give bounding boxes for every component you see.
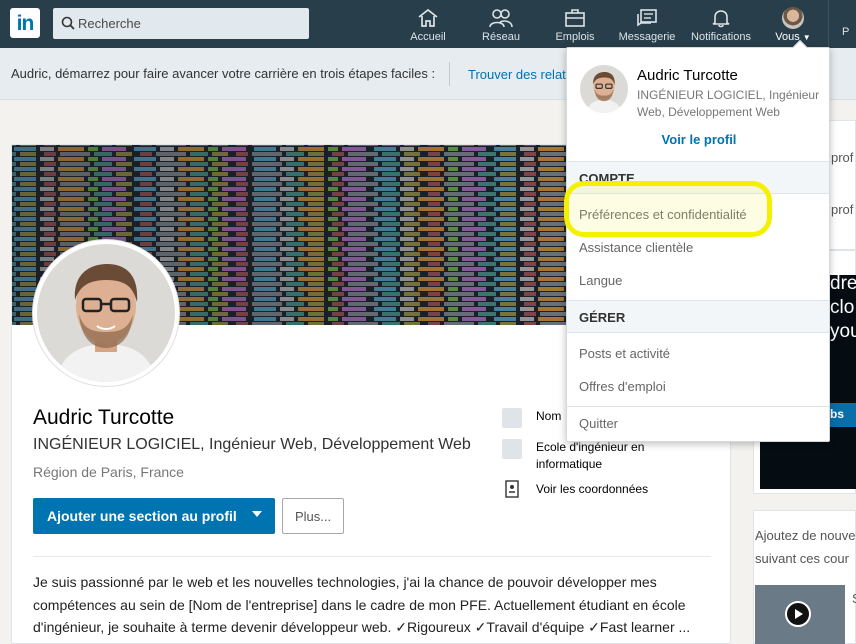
nav-divider [828, 0, 829, 48]
profile-photo[interactable] [33, 240, 179, 386]
top-nav: in Accueil Réseau Emplois Messagerie Not… [0, 0, 856, 48]
linkedin-logo[interactable]: in [10, 8, 40, 38]
course-thumbnail[interactable] [755, 585, 845, 644]
nav-jobs[interactable]: Emplois [552, 0, 598, 48]
chevron-down-icon: ▼ [802, 33, 811, 42]
banner-text: Audric, démarrez pour faire avancer votr… [11, 66, 436, 81]
menu-item-preferences[interactable]: Préférences et confidentialité [579, 207, 747, 222]
network-icon [489, 9, 513, 28]
nav-jobs-label: Emplois [555, 31, 595, 43]
profile-name: Audric Turcotte [33, 406, 175, 429]
search-icon [61, 16, 75, 30]
courses-text-2: suivant ces cour [755, 551, 849, 566]
menu-item-jobs[interactable]: Offres d'emploi [579, 379, 666, 394]
right-text-2: prof [831, 202, 854, 217]
search-bar[interactable] [53, 8, 309, 39]
profile-summary: Je suis passionné par le web et les nouv… [33, 574, 691, 635]
banner-separator [449, 62, 450, 86]
contact-card-icon [505, 480, 519, 498]
contact-info-link: Voir les coordonnées [536, 482, 649, 496]
menu-item-posts[interactable]: Posts et activité [579, 346, 670, 361]
add-section-button[interactable]: Ajouter une section au profil [33, 498, 275, 534]
nav-home[interactable]: Accueil [406, 0, 450, 48]
school-icon [502, 439, 522, 459]
menu-divider [567, 406, 829, 407]
search-input[interactable] [78, 8, 303, 39]
nav-network-label: Réseau [482, 31, 520, 43]
more-button[interactable]: Plus... [282, 498, 344, 534]
nav-network[interactable]: Réseau [478, 0, 524, 48]
courses-card: Ajoutez de nouve suivant ces cour S [753, 510, 856, 644]
menu-user-name: Audric Turcotte [637, 67, 738, 84]
ad-tag: bs [830, 407, 845, 421]
section-account: COMPTE [567, 161, 829, 194]
menu-avatar [580, 65, 628, 113]
nav-me-label: Vous [775, 31, 800, 43]
menu-avatar-image [580, 65, 628, 113]
right-text-1: prof [831, 150, 854, 165]
bell-icon [712, 10, 730, 28]
company-icon [502, 408, 522, 428]
profile-photo-image [37, 244, 175, 382]
ad-line-3: you [830, 321, 856, 342]
ad-line-2: clo [830, 297, 855, 318]
avatar [782, 7, 804, 29]
nav-notifications-label: Notifications [691, 31, 751, 43]
nav-messaging-label: Messagerie [618, 31, 676, 43]
ad-line-1: dre [830, 275, 856, 294]
profile-region: Région de Paris, France [33, 464, 184, 480]
play-icon [785, 601, 811, 627]
menu-item-language[interactable]: Langue [579, 273, 622, 288]
briefcase-icon [565, 9, 585, 27]
section-manage: GÉRER [567, 300, 829, 333]
menu-item-quit[interactable]: Quitter [579, 416, 618, 431]
nav-messaging[interactable]: Messagerie [617, 0, 677, 48]
courses-text-1: Ajoutez de nouve [755, 528, 856, 543]
menu-item-support[interactable]: Assistance clientèle [579, 240, 693, 255]
account-dropdown-menu: Audric Turcotte INGÉNIEUR LOGICIEL, Ingé… [566, 39, 831, 442]
home-icon [418, 8, 438, 27]
section-divider [33, 556, 711, 557]
nav-edge-label: P [842, 26, 850, 38]
chevron-down-icon [252, 511, 262, 517]
nav-home-label: Accueil [410, 31, 446, 43]
nav-me[interactable]: Vous ▼ [770, 0, 816, 48]
course-letter: S [852, 591, 856, 606]
messaging-icon [637, 9, 657, 27]
find-connections-link[interactable]: Trouver des relations [468, 67, 568, 82]
add-section-label: Ajouter une section au profil [47, 508, 237, 524]
menu-user-headline: INGÉNIEUR LOGICIEL, Ingénieur Web, Dével… [637, 88, 820, 119]
nav-notifications[interactable]: Notifications [688, 0, 754, 48]
school-name: Ecole d'ingénieur en informatique [536, 440, 645, 471]
view-profile-link[interactable]: Voir le profil [567, 132, 831, 147]
profile-headline: INGÉNIEUR LOGICIEL, Ingénieur Web, Dével… [33, 436, 471, 453]
